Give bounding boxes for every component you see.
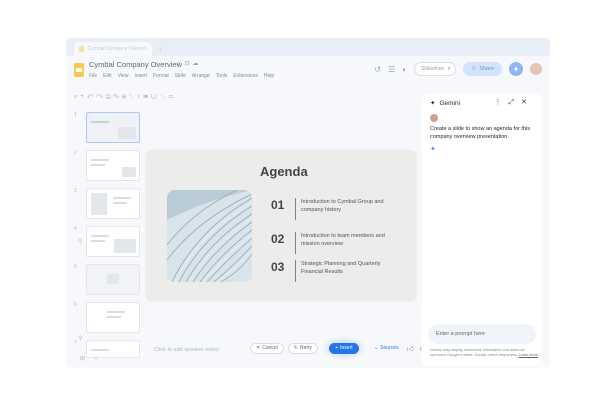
filmstrip: 1 2 3 4 ⚲ 5 6 7 ⚲ ⊞‹ xyxy=(66,108,146,368)
meet-icon[interactable]: ◐ xyxy=(402,65,407,74)
title-icons: ☆⊡☁ xyxy=(176,60,201,67)
gemini-disclaimer: Gemini may display inaccurate informatio… xyxy=(430,348,538,358)
cloud-status-icon[interactable]: ☁ xyxy=(192,61,201,67)
menu-tools[interactable]: Tools xyxy=(216,73,228,79)
gemini-prompt-input[interactable]: Enter a prompt here xyxy=(428,324,536,344)
tab-bar: Cymbal Company Overview × + xyxy=(66,38,550,56)
new-tab-icon[interactable]: + xyxy=(158,45,163,54)
header-actions: ↺ ☰ ◐ Slideshow ▾ ⚇ Share ✦ xyxy=(374,62,542,76)
line-icon[interactable]: ╲ xyxy=(160,94,169,100)
agenda-number: 01 xyxy=(271,198,285,212)
agenda-item-3: 03 Strategic Planning and Quarterly Fina… xyxy=(271,260,391,282)
menu-format[interactable]: Format xyxy=(153,73,169,79)
menu-arrange[interactable]: Arrange xyxy=(192,73,210,79)
menu-file[interactable]: File xyxy=(89,73,97,79)
link-icon: ⚲ xyxy=(78,239,83,245)
user-prompt-message: Create a slide to show an agenda for thi… xyxy=(430,126,530,140)
select-icon[interactable]: ↖ xyxy=(129,94,137,100)
more-options-icon[interactable]: ⋮ xyxy=(495,99,509,106)
disclaimer-text: Gemini may display inaccurate informatio… xyxy=(430,348,525,357)
collapse-left-icon[interactable]: ‹ xyxy=(95,356,107,362)
gemini-title: Gemini xyxy=(439,99,461,107)
comments-icon[interactable]: ☰ xyxy=(388,65,395,74)
slide-number: 5 xyxy=(74,264,77,270)
agenda-text: Introduction to Cymbal Group and company… xyxy=(301,199,384,213)
gemini-header-actions: ⋮⤢✕ xyxy=(495,98,534,107)
history-icon[interactable]: ↺ xyxy=(374,65,381,74)
sparkle-icon: ✦ xyxy=(512,64,520,74)
close-icon[interactable]: ✕ xyxy=(521,99,534,106)
paint-format-icon[interactable]: ✎ xyxy=(114,94,122,100)
slide-number: 2 xyxy=(74,150,77,156)
people-icon: ⚇ xyxy=(471,66,477,72)
user-avatar xyxy=(430,114,438,122)
menu-edit[interactable]: Edit xyxy=(103,73,112,79)
divider xyxy=(295,232,296,254)
slide-thumbnail[interactable]: 3 xyxy=(70,188,144,222)
tab-cymbal-overview[interactable]: Cymbal Company Overview × xyxy=(74,42,152,56)
agenda-text: Introduction to team members and mission… xyxy=(301,233,385,247)
close-tab-icon[interactable]: × xyxy=(143,46,147,52)
slide-number: 7 xyxy=(74,340,77,346)
slide-number: 3 xyxy=(74,188,77,194)
redo-icon[interactable]: ↷ xyxy=(96,94,105,100)
print-icon[interactable]: ⎙ xyxy=(106,94,114,100)
gemini-response-sparkle-icon: ✦ xyxy=(430,146,436,153)
slides-logo-icon[interactable] xyxy=(74,63,84,77)
app-header: Cymbal Company Overview ☆⊡☁ File Edit Vi… xyxy=(66,56,550,92)
slideshow-button[interactable]: Slideshow ▾ xyxy=(414,62,457,76)
agenda-text: Strategic Planning and Quarterly Financi… xyxy=(301,261,381,275)
divider xyxy=(295,198,296,220)
shape-icon[interactable]: ◯ xyxy=(151,94,160,100)
slide-number: 6 xyxy=(74,302,77,308)
slide-number: 1 xyxy=(74,112,77,118)
speaker-notes[interactable]: Click to add speaker notes xyxy=(146,339,416,361)
menu-view[interactable]: View xyxy=(118,73,129,79)
slide-thumbnail[interactable]: 4 ⚲ xyxy=(70,226,144,260)
slide-canvas: Agenda 01 Introduction to Cymbal Group a… xyxy=(146,108,427,368)
menu-insert[interactable]: Insert xyxy=(134,73,147,79)
account-avatar[interactable] xyxy=(530,63,542,75)
gemini-header: ✦ Gemini xyxy=(430,99,461,108)
browser-window: Cymbal Company Overview × + Cymbal Compa… xyxy=(66,38,550,368)
gemini-toggle-button[interactable]: ✦ xyxy=(509,62,523,76)
learn-more-link[interactable]: Learn more xyxy=(519,353,538,357)
slide-title: Agenda xyxy=(260,164,308,179)
slide-thumbnail[interactable]: 5 xyxy=(70,264,144,298)
menu-extensions[interactable]: Extensions xyxy=(233,73,257,79)
agenda-number: 02 xyxy=(271,232,285,246)
agenda-number: 03 xyxy=(271,260,285,274)
slide-number: 4 xyxy=(74,226,77,232)
slideshow-label: Slideshow xyxy=(421,66,444,72)
tab-label: Cymbal Company Overview xyxy=(87,46,144,52)
sparkle-icon: ✦ xyxy=(430,100,436,107)
menu-slide[interactable]: Slide xyxy=(175,73,186,79)
menu-help[interactable]: Help xyxy=(264,73,274,79)
slide-thumbnail[interactable]: 1 xyxy=(70,112,144,146)
undo-icon[interactable]: ↶ xyxy=(87,94,96,100)
share-button[interactable]: ⚇ Share xyxy=(463,62,502,76)
gemini-side-panel: ✦ Gemini ⋮⤢✕ Create a slide to show an a… xyxy=(422,94,542,366)
slide-thumbnail[interactable]: 6 xyxy=(70,302,144,336)
image-icon[interactable]: ▣ xyxy=(143,94,151,100)
chevron-down-icon[interactable]: ▾ xyxy=(448,66,451,72)
editing-toolbar: ⌕+↶↷⎙✎⊕↖T▣◯╲▭⋮ xyxy=(74,94,419,106)
architecture-image xyxy=(167,190,252,282)
more-icon[interactable]: ⋮ xyxy=(176,94,181,100)
agenda-item-1: 01 Introduction to Cymbal Group and comp… xyxy=(271,198,391,220)
slide-thumbnail[interactable]: 7 ⚲ xyxy=(70,336,144,368)
document-title[interactable]: Cymbal Company Overview xyxy=(89,60,182,69)
agenda-item-2: 02 Introduction to team members and miss… xyxy=(271,232,391,254)
agenda-slide[interactable]: Agenda 01 Introduction to Cymbal Group a… xyxy=(146,150,416,300)
link-icon: ⚲ xyxy=(78,336,83,342)
grid-view-icon[interactable]: ⊞ xyxy=(80,356,95,362)
slides-favicon-icon xyxy=(79,46,85,52)
expand-icon[interactable]: ⤢ xyxy=(509,99,522,106)
menu-bar: File Edit View Insert Format Slide Arran… xyxy=(89,73,274,79)
divider xyxy=(295,260,296,282)
zoom-fit-icon[interactable]: ⊕ xyxy=(122,94,129,100)
slide-thumbnail[interactable]: 2 xyxy=(70,150,144,184)
filmstrip-controls: ⊞‹ xyxy=(80,355,107,362)
share-label: Share xyxy=(479,66,494,72)
